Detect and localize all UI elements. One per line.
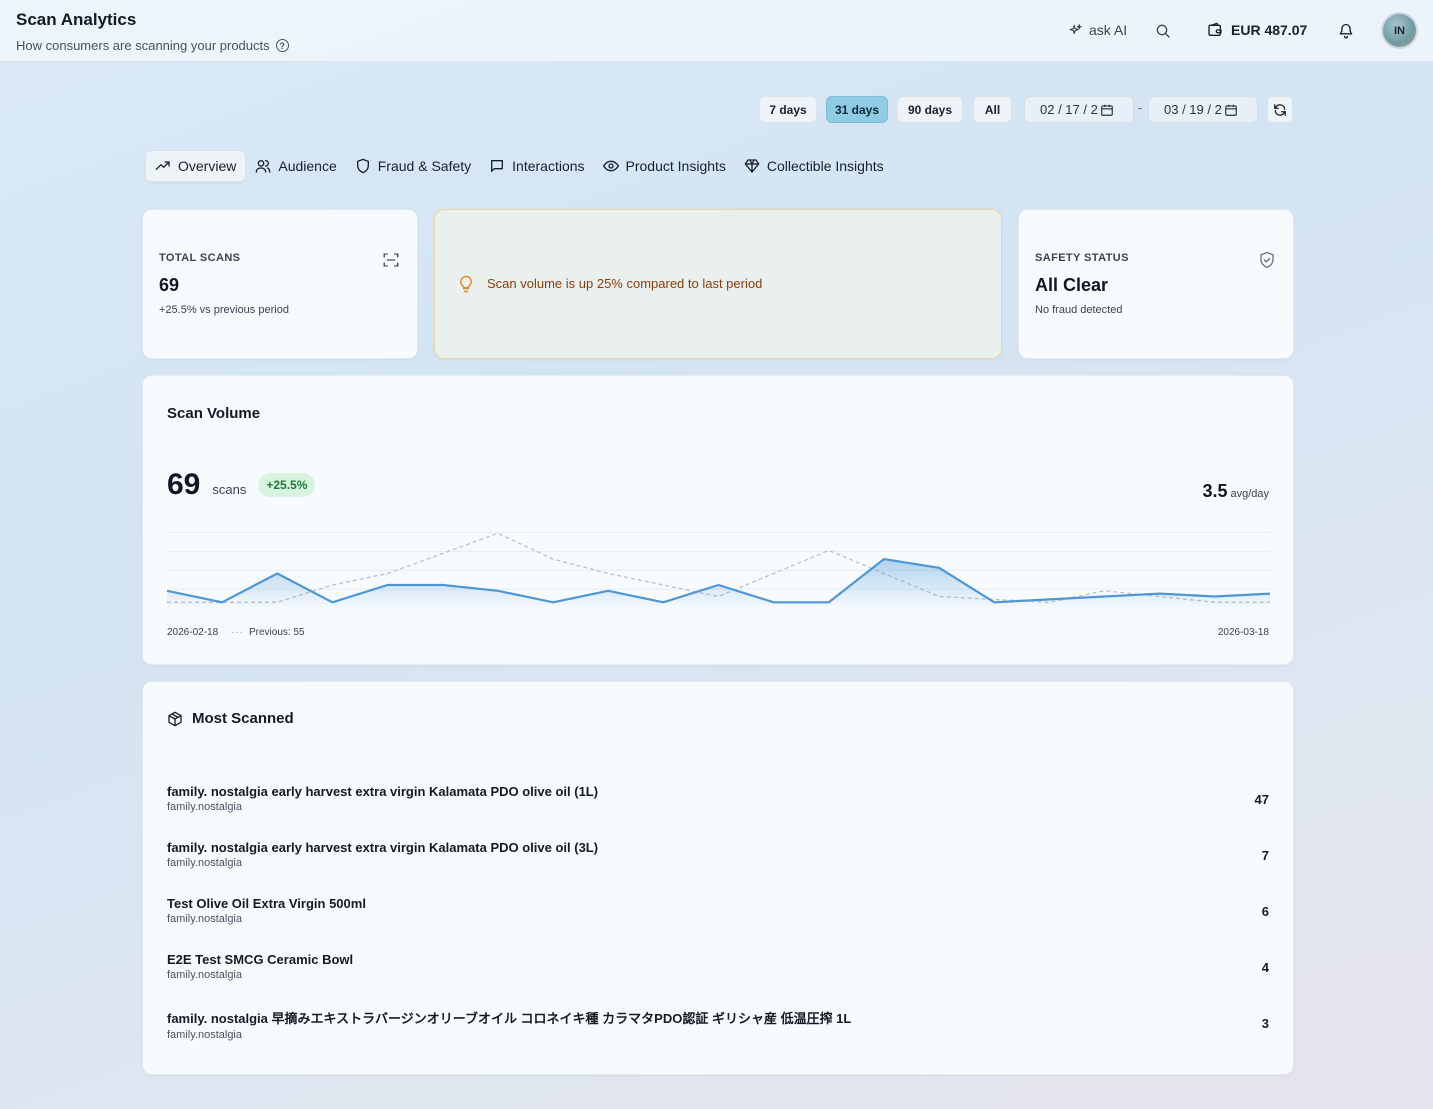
scan-count: 6	[1261, 904, 1269, 919]
list-item[interactable]: Test Olive Oil Extra Virgin 500ml family…	[167, 896, 1269, 936]
insight-card: Scan volume is up 25% compared to last p…	[434, 209, 1002, 359]
previous-dash-swatch: ···	[231, 627, 244, 638]
start-date-value: 02 / 17 / 2	[1040, 102, 1098, 117]
total-scans-card: TOTAL SCANS 69 +25.5% vs previous period	[142, 209, 418, 359]
sparkle-icon	[1069, 23, 1082, 34]
shield-icon	[356, 158, 369, 174]
bell-icon[interactable]	[1338, 22, 1354, 39]
product-brand: family.nostalgia	[167, 1029, 242, 1041]
tab-fraud-safety[interactable]: Fraud & Safety	[346, 150, 480, 182]
calendar-icon[interactable]	[1224, 103, 1238, 117]
current-period-area	[167, 559, 1270, 608]
scan-volume-total: 69	[167, 468, 201, 501]
total-scans-value: 69	[159, 275, 180, 295]
product-brand: family.nostalgia	[167, 857, 242, 869]
scan-volume-title: Scan Volume	[167, 405, 261, 422]
tab-collectible-insights-label: Collectible Insights	[766, 158, 884, 174]
most-scanned-title: Most Scanned	[192, 710, 294, 727]
list-item[interactable]: family. nostalgia early harvest extra vi…	[167, 784, 1269, 824]
chart-previous-legend: ··· Previous: 55	[231, 627, 305, 638]
scan-volume-change-badge: +25.5%	[258, 473, 316, 497]
tab-interactions-label: Interactions	[512, 158, 585, 174]
safety-status-card: SAFETY STATUS All Clear No fraud detecte…	[1018, 209, 1294, 359]
lightbulb-icon	[460, 275, 472, 293]
trending-up-icon	[155, 161, 170, 170]
safety-status-value: All Clear	[1035, 275, 1109, 295]
scan-volume-chart	[167, 532, 1270, 608]
tab-audience[interactable]: Audience	[246, 150, 345, 182]
tab-overview-label: Overview	[178, 158, 237, 174]
avg-per-day-value: 3.5	[1202, 481, 1228, 501]
chart-start-date: 2026-02-18	[167, 627, 219, 638]
refresh-button[interactable]	[1267, 96, 1293, 123]
product-name: E2E Test SMCG Ceramic Bowl	[167, 952, 354, 967]
scan-count: 3	[1261, 1016, 1269, 1031]
tab-bar: Overview Audience Fraud & Safety Interac…	[145, 150, 893, 182]
avg-per-day-unit: avg/day	[1230, 488, 1269, 500]
start-date-input[interactable]: 02 / 17 / 2	[1024, 96, 1134, 123]
total-scans-change: +25.5% vs previous period	[159, 304, 289, 316]
chart-end-date: 2026-03-18	[1217, 627, 1269, 638]
chart-previous-label: Previous: 55	[249, 627, 305, 638]
product-brand: family.nostalgia	[167, 913, 242, 925]
product-name: family. nostalgia early harvest extra vi…	[167, 784, 599, 799]
scan-count: 7	[1261, 848, 1269, 863]
end-date-value: 03 / 19 / 2	[1164, 102, 1222, 117]
calendar-icon[interactable]	[1100, 103, 1114, 117]
page-title: Scan Analytics	[16, 10, 137, 29]
tab-interactions[interactable]: Interactions	[480, 150, 593, 182]
wallet-balance-button[interactable]: EUR 487.07	[1207, 22, 1307, 38]
shield-check-icon	[1260, 251, 1274, 269]
tab-product-insights-label: Product Insights	[625, 158, 726, 174]
safety-status-label: SAFETY STATUS	[1035, 252, 1129, 264]
list-item[interactable]: family. nostalgia 早摘みエキストラバージンオリーブオイル コロ…	[167, 1008, 1269, 1048]
most-scanned-header: Most Scanned	[167, 710, 294, 727]
insight-text: Scan volume is up 25% compared to last p…	[487, 276, 763, 291]
product-name: family. nostalgia early harvest extra vi…	[167, 840, 599, 855]
tab-collectible-insights[interactable]: Collectible Insights	[735, 150, 893, 182]
list-item[interactable]: E2E Test SMCG Ceramic Bowl family.nostal…	[167, 952, 1269, 992]
tab-product-insights[interactable]: Product Insights	[594, 150, 735, 182]
total-scans-label: TOTAL SCANS	[159, 252, 241, 264]
eye-icon	[602, 160, 619, 172]
list-item[interactable]: family. nostalgia early harvest extra vi…	[167, 840, 1269, 880]
wallet-icon	[1208, 22, 1222, 36]
message-square-icon	[491, 160, 504, 172]
ask-ai-label: ask AI	[1089, 22, 1128, 38]
product-name: family. nostalgia 早摘みエキストラバージンオリーブオイル コロ…	[167, 1011, 852, 1026]
scan-volume-unit: scans	[212, 481, 247, 497]
end-date-input[interactable]: 03 / 19 / 2	[1148, 96, 1258, 123]
product-name: Test Olive Oil Extra Virgin 500ml	[167, 896, 366, 911]
package-icon	[168, 711, 182, 726]
range-90-days-button[interactable]: 90 days	[897, 96, 963, 123]
range-31-days-button[interactable]: 31 days	[826, 96, 888, 123]
tab-overview[interactable]: Overview	[145, 150, 247, 182]
ask-ai-button[interactable]: ask AI	[1068, 22, 1127, 38]
product-brand: family.nostalgia	[167, 969, 242, 981]
date-separator: -	[1138, 100, 1143, 115]
range-all-button[interactable]: All	[973, 96, 1012, 123]
users-icon	[256, 160, 271, 173]
range-7-days-button[interactable]: 7 days	[759, 96, 817, 123]
avg-per-day: 3.5 avg/day	[1202, 481, 1269, 502]
help-icon[interactable]: ?	[275, 39, 289, 52]
top-bar: Scan Analytics How consumers are scannin…	[0, 0, 1433, 62]
scan-volume-card: Scan Volume 69 scans +25.5% 3.5 avg/day …	[142, 375, 1294, 665]
scan-count: 47	[1254, 792, 1269, 807]
wallet-balance: EUR 487.07	[1231, 22, 1308, 38]
tab-audience-label: Audience	[278, 158, 337, 174]
product-brand: family.nostalgia	[167, 801, 242, 813]
page-subtitle-text: How consumers are scanning your products	[16, 38, 270, 53]
scan-icon	[383, 253, 399, 267]
search-icon[interactable]	[1155, 23, 1171, 39]
gem-icon	[744, 159, 760, 173]
scan-volume-summary: 69 scans +25.5%	[167, 468, 316, 502]
tab-fraud-safety-label: Fraud & Safety	[377, 158, 472, 174]
refresh-icon	[1274, 103, 1286, 116]
page-subtitle: How consumers are scanning your products…	[16, 38, 289, 53]
avatar[interactable]: IN	[1381, 12, 1418, 49]
safety-status-sub: No fraud detected	[1035, 304, 1123, 316]
scan-count: 4	[1261, 960, 1269, 975]
most-scanned-card: Most Scanned family. nostalgia early har…	[142, 681, 1294, 1075]
